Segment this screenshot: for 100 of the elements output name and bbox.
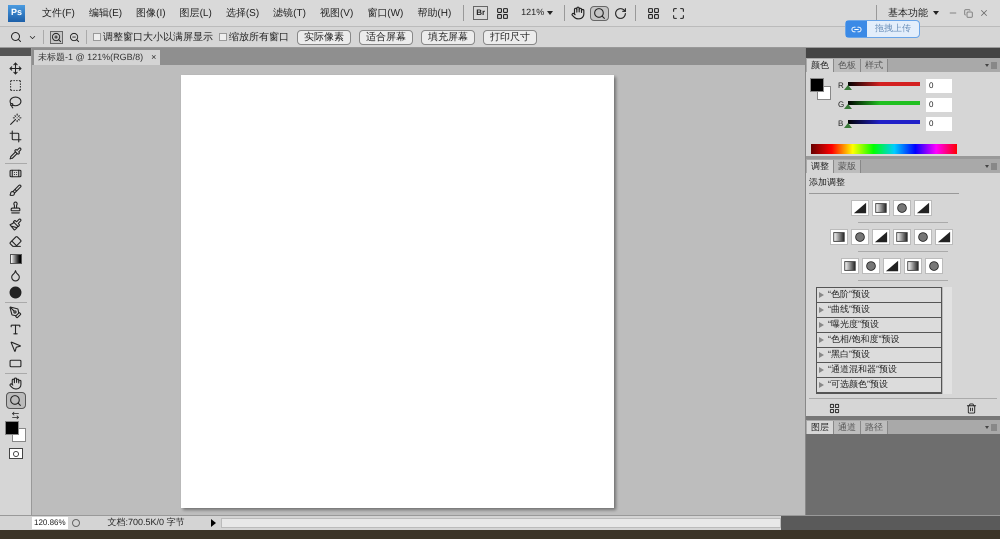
checkbox-label: 缩放所有窗口 xyxy=(229,30,289,44)
hand-icon[interactable] xyxy=(571,6,586,20)
adjustment-icon[interactable] xyxy=(904,258,922,274)
menu-item[interactable]: 窗口(W) xyxy=(360,6,410,20)
bridge-button[interactable]: Br xyxy=(473,6,488,20)
adjustment-icon[interactable] xyxy=(830,228,848,244)
trash-icon[interactable] xyxy=(966,402,977,414)
preset-item[interactable]: “通道混和器”预设 xyxy=(817,362,941,378)
expand-triangle-icon[interactable] xyxy=(819,292,824,298)
slider-thumb[interactable] xyxy=(844,85,852,90)
scrollbar[interactable] xyxy=(942,286,952,394)
upload-label: 拖拽上传 xyxy=(874,22,912,36)
panel-tab[interactable]: 样式 xyxy=(861,59,888,72)
panel-tab[interactable]: 图层 xyxy=(807,420,834,434)
view-extras-icon[interactable] xyxy=(496,6,510,20)
adjustment-icon[interactable] xyxy=(872,228,890,244)
adjustment-icon[interactable] xyxy=(924,258,942,274)
expand-triangle-icon[interactable] xyxy=(819,352,824,358)
preset-item[interactable]: “曝光度”预设 xyxy=(817,318,941,332)
adjustment-icon[interactable] xyxy=(840,258,858,274)
select-icon xyxy=(9,340,22,353)
preset-label: “可选颜色”预设 xyxy=(828,378,888,391)
panel-tab[interactable]: 调整 xyxy=(807,160,834,173)
checkbox[interactable] xyxy=(219,33,227,41)
pen-icon xyxy=(9,306,22,319)
slider-thumb[interactable] xyxy=(844,123,852,128)
screen-mode-icon[interactable] xyxy=(672,6,686,20)
zoom-in-icon[interactable] xyxy=(51,32,62,42)
workspace-dropdown[interactable]: 基本功能 xyxy=(888,6,939,20)
expand-triangle-icon[interactable] xyxy=(819,306,824,312)
search-icon[interactable] xyxy=(593,6,606,20)
menu-item[interactable]: 图像(I) xyxy=(129,6,173,20)
zoom-level-dropdown[interactable]: 121% xyxy=(521,6,554,20)
caret-icon xyxy=(547,11,554,15)
adjustment-icon[interactable] xyxy=(914,228,932,244)
preset-item[interactable]: “曲线”预设 xyxy=(817,302,941,318)
toolbar-header xyxy=(0,48,31,56)
expand-triangle-icon[interactable] xyxy=(819,336,824,342)
channel-label: B xyxy=(838,118,844,130)
option-button[interactable]: 适合屏幕 xyxy=(359,30,413,44)
preset-item[interactable]: “色相/饱和度”预设 xyxy=(817,332,941,348)
checkbox-label: 调整窗口大小以满屏显示 xyxy=(103,30,213,44)
menu-item[interactable]: 文件(F) xyxy=(35,6,82,20)
panel-tab[interactable]: 色板 xyxy=(834,59,861,72)
expand-triangle-icon[interactable] xyxy=(819,322,824,328)
adjustment-icon[interactable] xyxy=(872,200,890,216)
move-icon xyxy=(9,62,22,75)
panel-tab[interactable]: 蒙版 xyxy=(834,160,861,173)
arrange-documents-icon[interactable] xyxy=(647,6,660,20)
option-button[interactable]: 实际像素 xyxy=(297,30,351,44)
expand-triangle-icon[interactable] xyxy=(819,366,824,372)
horizontal-scrollbar[interactable] xyxy=(221,518,781,528)
adjustment-icon[interactable] xyxy=(893,228,911,244)
slider-thumb[interactable] xyxy=(844,104,852,109)
channel-value-field[interactable]: 0 xyxy=(926,98,952,112)
restore-icon[interactable] xyxy=(964,8,973,18)
menu-item[interactable]: 滤镜(T) xyxy=(266,6,313,20)
menu-item[interactable]: 视图(V) xyxy=(312,6,360,20)
menu-item[interactable]: 选择(S) xyxy=(218,6,266,20)
channel-label: R xyxy=(838,80,844,92)
shape-icon xyxy=(9,357,22,370)
preset-item[interactable]: “可选颜色”预设 xyxy=(817,378,941,392)
adjustment-icon[interactable] xyxy=(914,200,932,216)
option-button[interactable]: 打印尺寸 xyxy=(483,30,537,44)
zoom-tool-preset-icon[interactable] xyxy=(10,31,22,43)
close-icon[interactable] xyxy=(979,8,989,18)
adjustment-icon[interactable] xyxy=(862,258,880,274)
preset-item[interactable]: “黑白”预设 xyxy=(817,348,941,362)
panel-tab[interactable]: 路径 xyxy=(861,420,888,434)
channel-value-field[interactable]: 0 xyxy=(926,116,952,130)
preset-item[interactable]: “色阶”预设 xyxy=(817,288,941,302)
rotate-view-icon[interactable] xyxy=(614,6,628,20)
document-tab[interactable]: 未标题-1 @ 121%(RGB/8) × xyxy=(34,50,160,65)
adjustment-icon[interactable] xyxy=(935,228,953,244)
adjustment-icon[interactable] xyxy=(893,200,911,216)
expand-triangle-icon[interactable] xyxy=(819,382,824,388)
panel-menu-icon[interactable] xyxy=(985,62,997,69)
preset-label: “曝光度”预设 xyxy=(828,318,879,331)
swap-colors-icon[interactable] xyxy=(11,411,20,420)
zoom-out-icon[interactable] xyxy=(69,32,80,42)
adjustment-icon[interactable] xyxy=(851,228,869,244)
color-spectrum-bar[interactable] xyxy=(811,144,957,154)
quick-mask-button[interactable] xyxy=(8,448,22,459)
adjustment-icon[interactable] xyxy=(882,258,900,274)
checkbox[interactable] xyxy=(93,33,101,41)
color-swatches-icon[interactable] xyxy=(810,78,832,100)
panel-tab[interactable]: 通道 xyxy=(834,420,861,434)
menu-item[interactable]: 编辑(E) xyxy=(82,6,130,20)
panel-tab[interactable]: 颜色 xyxy=(807,59,834,72)
option-button[interactable]: 填充屏幕 xyxy=(421,30,475,44)
tab-close-button[interactable]: × xyxy=(151,50,156,64)
menu-item[interactable]: 图层(L) xyxy=(172,6,219,20)
panel-menu-icon[interactable] xyxy=(985,424,997,430)
zoom-tool[interactable] xyxy=(6,392,26,409)
channel-value-field[interactable]: 0 xyxy=(926,78,952,92)
color-swatches-icon[interactable] xyxy=(5,421,26,442)
zoom-field[interactable]: 120.86% xyxy=(32,517,68,529)
panel-menu-icon[interactable] xyxy=(985,163,997,170)
menu-item[interactable]: 帮助(H) xyxy=(410,6,458,20)
adjustment-icon[interactable] xyxy=(851,200,869,216)
